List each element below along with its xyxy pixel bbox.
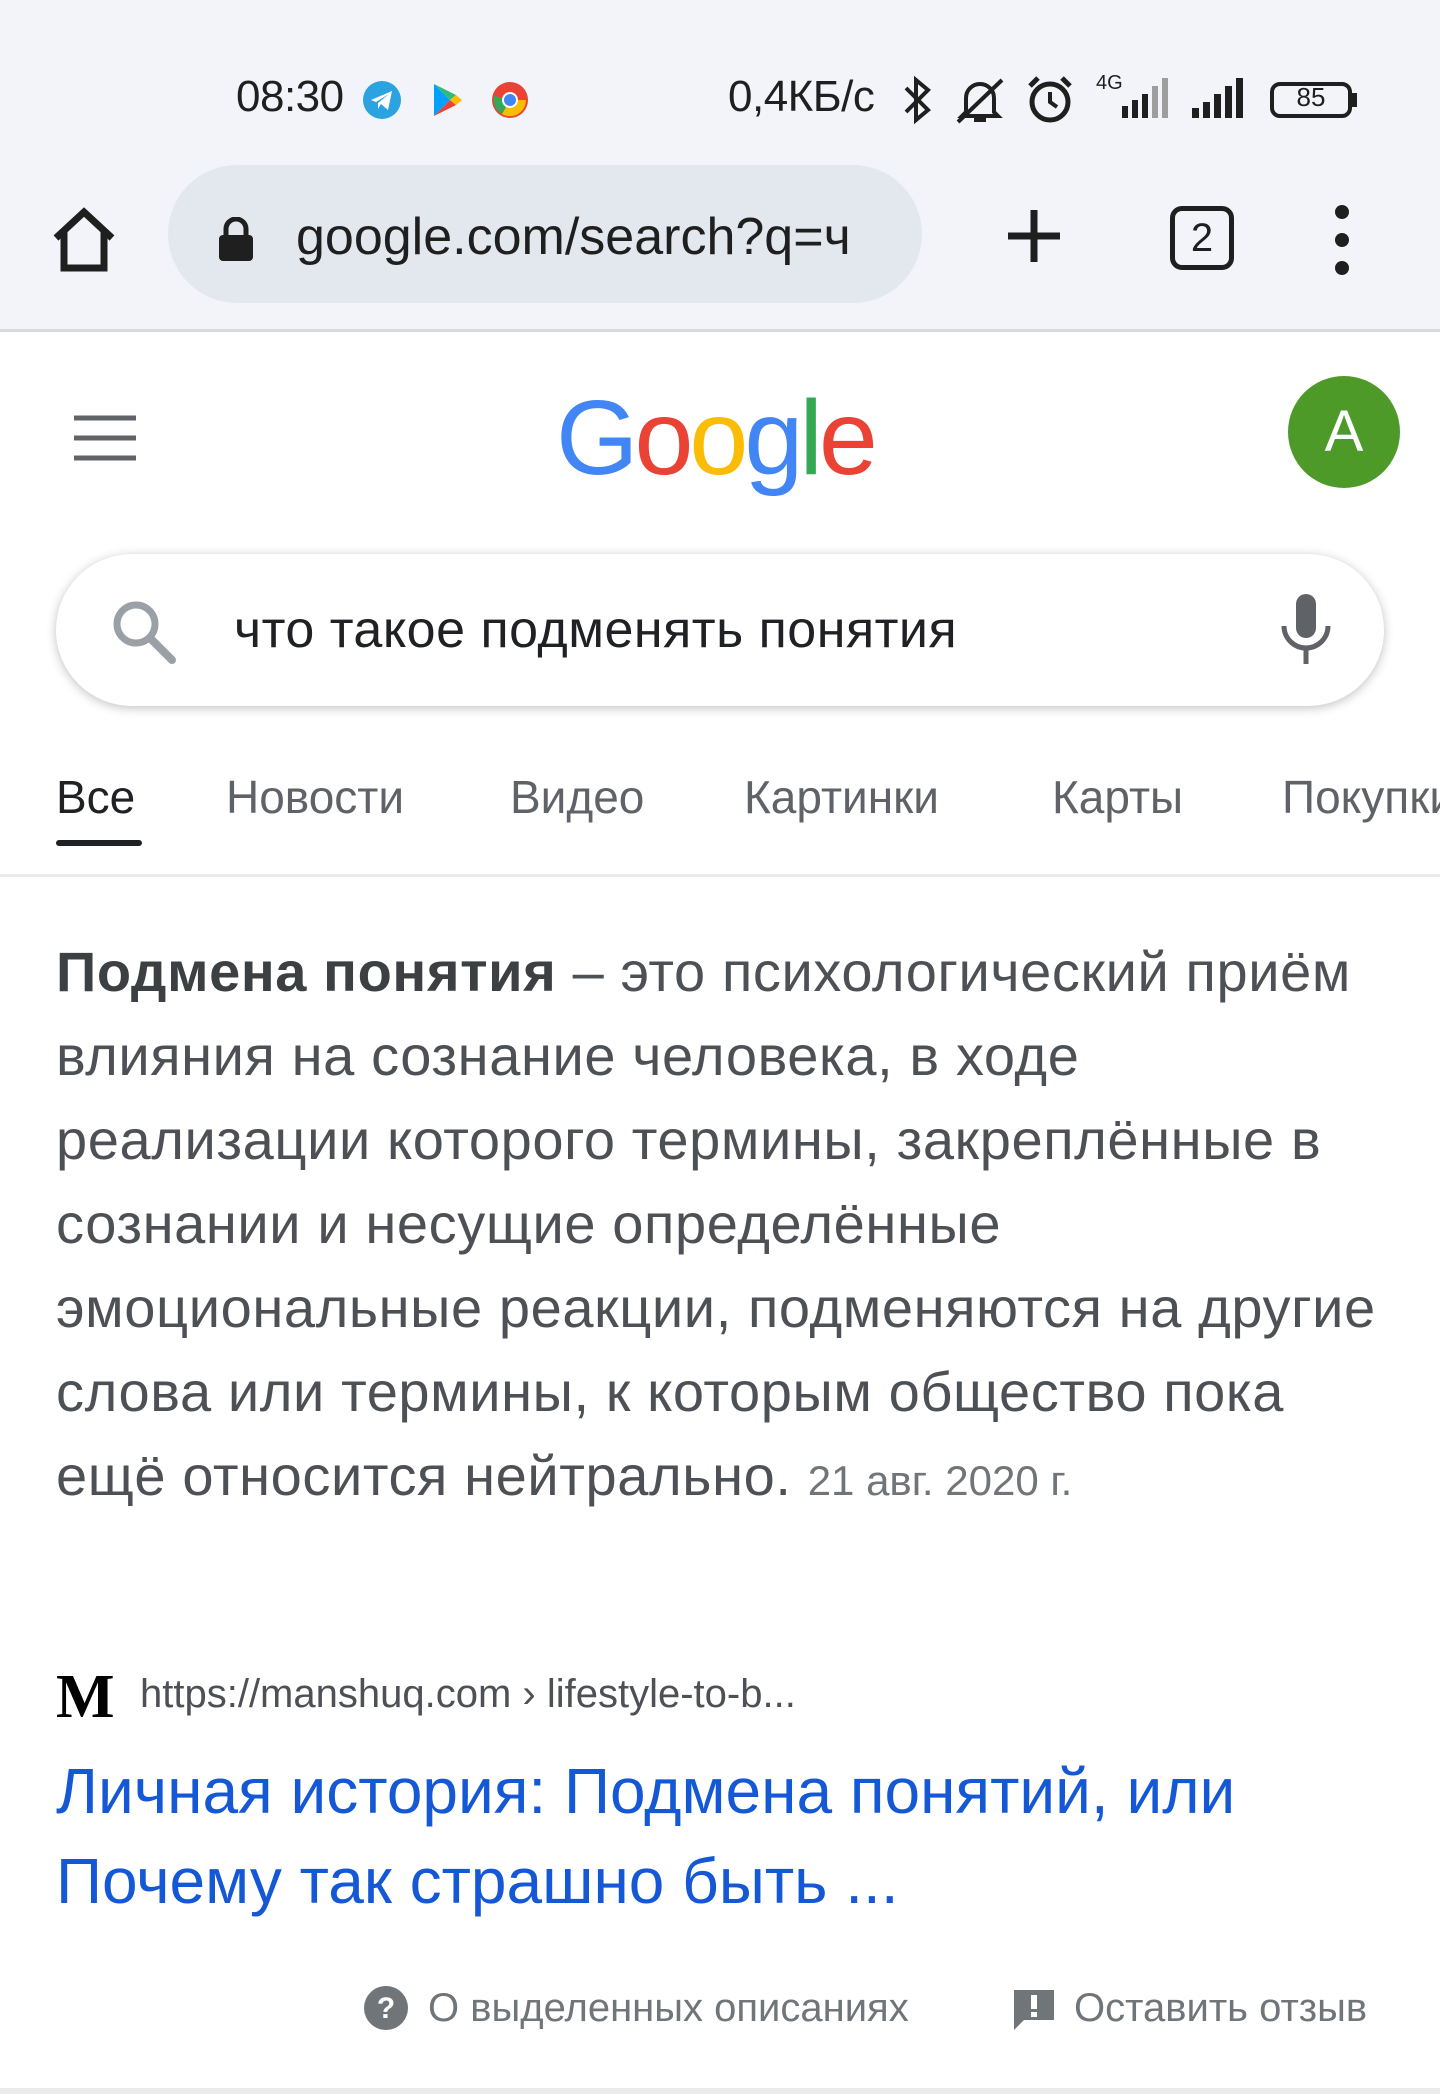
address-bar[interactable]: google.com/search?q=ч [168, 165, 922, 303]
network-speed: 0,4КБ/с [728, 72, 875, 121]
tab-all[interactable]: Все [56, 770, 135, 824]
new-tab-button[interactable] [1000, 202, 1068, 270]
network-type: 4G [1096, 72, 1123, 94]
tab-maps[interactable]: Карты [1052, 770, 1183, 824]
hamburger-menu-button[interactable] [72, 414, 138, 462]
snippet-text: – это психологический приём влияния на с… [56, 940, 1376, 1507]
status-bar: 08:30 0,4КБ/с 4G 85 [0, 0, 1440, 160]
alarm-icon [1024, 74, 1076, 131]
bluetooth-icon [900, 74, 936, 131]
muted-bell-icon [952, 74, 1008, 131]
chrome-icon [490, 80, 530, 125]
url-text: google.com/search?q=ч [296, 208, 851, 266]
feedback-label: Оставить отзыв [1074, 1986, 1368, 2030]
help-icon: ? [362, 1984, 410, 2037]
search-input[interactable]: что такое подменять понятия [234, 600, 957, 660]
browser-toolbar: google.com/search?q=ч 2 [0, 160, 1440, 332]
google-logo-letter: o [689, 379, 748, 497]
search-icon[interactable] [108, 596, 178, 671]
snippet-date: 21 авг. 2020 г. [807, 1457, 1073, 1504]
tab-switcher-button[interactable]: 2 [1170, 206, 1234, 270]
status-time: 08:30 [236, 72, 344, 121]
tab-news[interactable]: Новости [226, 770, 404, 824]
google-logo-letter: e [818, 379, 878, 497]
microphone-icon[interactable] [1274, 590, 1338, 675]
signal-icon: 4G [1094, 70, 1178, 127]
tab-images[interactable]: Картинки [744, 770, 939, 824]
account-avatar[interactable]: A [1288, 376, 1400, 488]
search-tabs: Все Новости Видео Картинки Карты Покупки [0, 760, 1440, 880]
google-logo-letter: l [799, 379, 822, 497]
lock-icon [216, 216, 256, 268]
signal-icon-2 [1186, 70, 1256, 127]
svg-text:?: ? [377, 1992, 395, 2025]
home-button[interactable] [48, 204, 120, 276]
tabs-divider [0, 874, 1440, 877]
result-url[interactable]: https://manshuq.com › lifestyle-to-b... [140, 1672, 796, 1717]
more-menu-button[interactable] [1322, 202, 1362, 278]
google-logo-letter: G [556, 379, 638, 497]
google-logo[interactable]: Google [556, 378, 886, 498]
tab-video[interactable]: Видео [510, 770, 644, 824]
battery-level: 85 [1296, 82, 1326, 112]
play-store-icon [430, 80, 466, 125]
snippet-term: Подмена понятия [56, 940, 557, 1003]
result-title-link[interactable]: Личная история: Подмена понятий, или Поч… [56, 1746, 1396, 1926]
google-logo-letter: o [634, 379, 693, 497]
feedback-icon [1010, 1986, 1058, 2037]
featured-snippet: Подмена понятия – это психологический пр… [56, 930, 1396, 1523]
active-tab-indicator [56, 840, 142, 846]
telegram-icon [362, 80, 402, 125]
tab-shopping[interactable]: Покупки [1282, 770, 1440, 824]
google-logo-letter: g [744, 379, 803, 497]
bottom-divider [0, 2088, 1440, 2094]
battery-icon: 85 [1270, 80, 1360, 125]
search-box[interactable]: что такое подменять понятия [56, 554, 1384, 706]
about-snippets-label: О выделенных описаниях [428, 1986, 909, 2030]
site-favicon: M [56, 1663, 115, 1731]
